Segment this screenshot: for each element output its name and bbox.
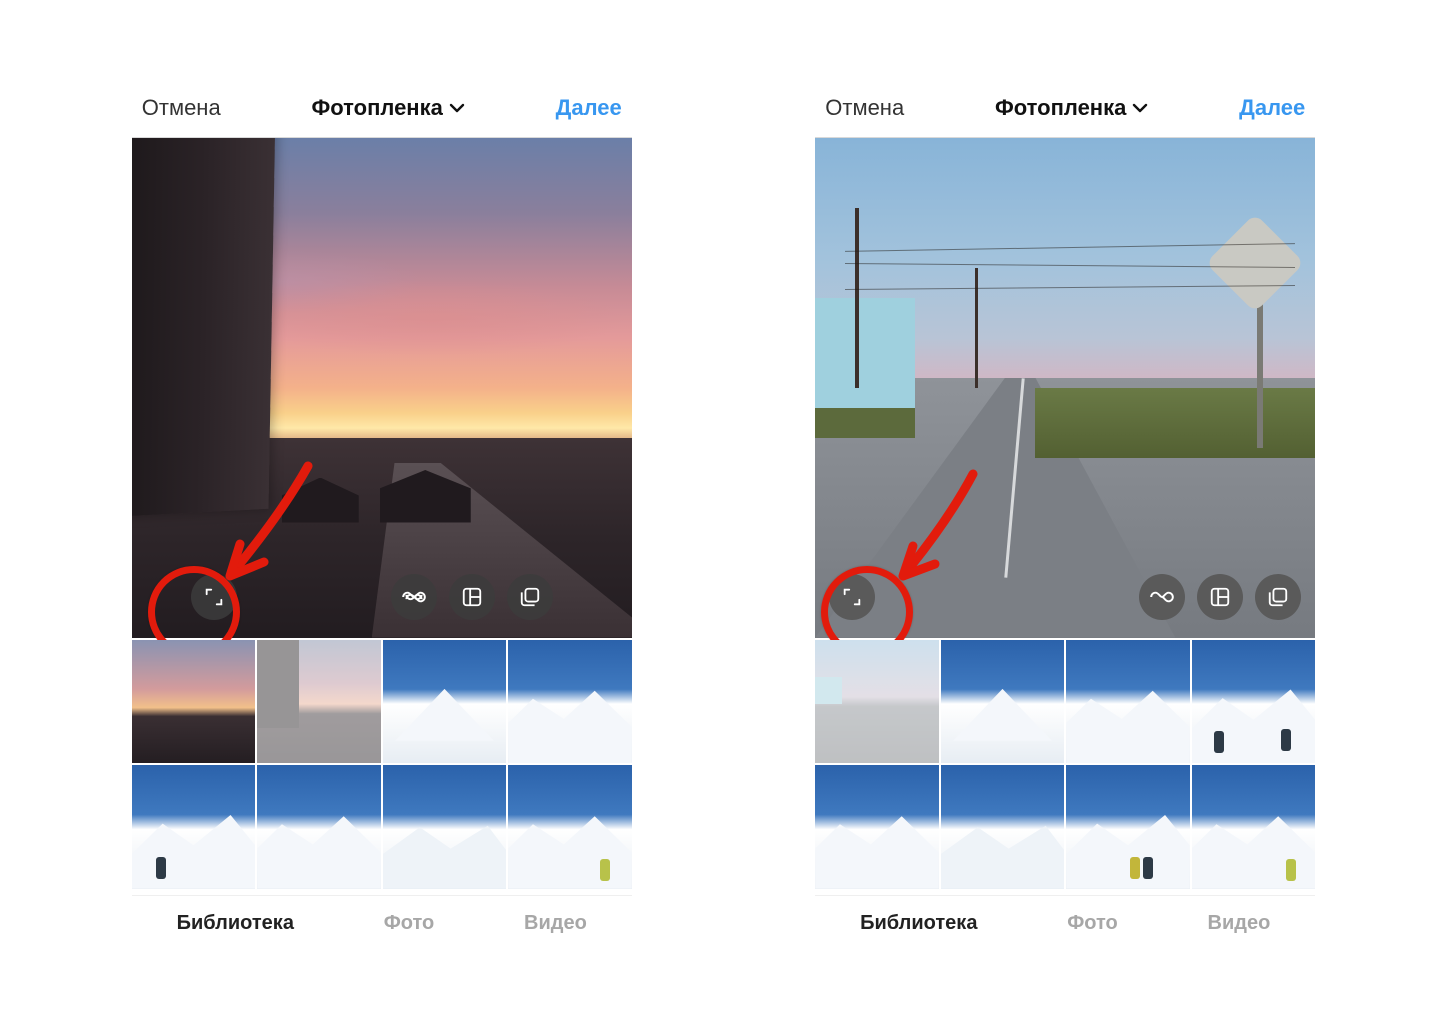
tab-photo[interactable]: Фото xyxy=(1067,912,1118,935)
thumbnail[interactable] xyxy=(1192,640,1316,764)
multi-select-icon xyxy=(1267,586,1289,608)
thumbnail[interactable] xyxy=(257,640,381,764)
photo-preview[interactable] xyxy=(132,138,632,638)
album-title: Фотопленка xyxy=(995,95,1126,121)
boomerang-button[interactable] xyxy=(391,574,437,620)
thumbnail[interactable] xyxy=(1192,765,1316,889)
bottom-tabbar: Библиотека Фото Видео xyxy=(815,895,1315,951)
tab-video[interactable]: Видео xyxy=(524,912,587,935)
album-picker[interactable]: Фотопленка xyxy=(995,95,1148,121)
cancel-button[interactable]: Отмена xyxy=(825,95,904,121)
layout-button[interactable] xyxy=(449,574,495,620)
screenshot-right: Отмена Фотопленка Далее xyxy=(815,80,1315,951)
album-picker[interactable]: Фотопленка xyxy=(312,95,465,121)
multi-select-button[interactable] xyxy=(1255,574,1301,620)
preview-image xyxy=(815,138,1315,638)
navbar: Отмена Фотопленка Далее xyxy=(132,80,632,138)
thumbnail[interactable] xyxy=(132,640,256,764)
chevron-down-icon xyxy=(449,100,465,116)
layout-button[interactable] xyxy=(1197,574,1243,620)
cancel-button[interactable]: Отмена xyxy=(142,95,221,121)
screenshot-left: Отмена Фотопленка Далее xyxy=(132,80,632,951)
thumbnail[interactable] xyxy=(383,765,507,889)
thumbnail[interactable] xyxy=(257,765,381,889)
navbar: Отмена Фотопленка Далее xyxy=(815,80,1315,138)
tab-photo[interactable]: Фото xyxy=(384,912,435,935)
thumbnail[interactable] xyxy=(132,765,256,889)
chevron-down-icon xyxy=(1132,100,1148,116)
layout-icon xyxy=(461,586,483,608)
next-button[interactable]: Далее xyxy=(1239,95,1305,121)
album-title: Фотопленка xyxy=(312,95,443,121)
photo-preview[interactable] xyxy=(815,138,1315,638)
infinity-icon xyxy=(401,584,427,610)
layout-icon xyxy=(1209,586,1231,608)
preview-image xyxy=(132,138,632,638)
multi-select-button[interactable] xyxy=(507,574,553,620)
thumbnail[interactable] xyxy=(815,640,939,764)
bottom-tabbar: Библиотека Фото Видео xyxy=(132,895,632,951)
thumbnail[interactable] xyxy=(1066,640,1190,764)
next-button[interactable]: Далее xyxy=(556,95,622,121)
tab-library[interactable]: Библиотека xyxy=(177,912,294,935)
thumbnail[interactable] xyxy=(1066,765,1190,889)
thumbnail[interactable] xyxy=(941,765,1065,889)
expand-crop-button[interactable] xyxy=(191,574,237,620)
thumbnail[interactable] xyxy=(508,765,632,889)
thumbnail-grid xyxy=(132,640,632,889)
boomerang-button[interactable] xyxy=(1139,574,1185,620)
thumbnail[interactable] xyxy=(508,640,632,764)
multi-select-icon xyxy=(519,586,541,608)
infinity-icon xyxy=(1149,584,1175,610)
tab-library[interactable]: Библиотека xyxy=(860,912,977,935)
thumbnail-grid xyxy=(815,640,1315,889)
thumbnail[interactable] xyxy=(941,640,1065,764)
expand-crop-button[interactable] xyxy=(829,574,875,620)
expand-crop-icon xyxy=(203,586,225,608)
tab-video[interactable]: Видео xyxy=(1208,912,1271,935)
expand-crop-icon xyxy=(841,586,863,608)
thumbnail[interactable] xyxy=(815,765,939,889)
thumbnail[interactable] xyxy=(383,640,507,764)
